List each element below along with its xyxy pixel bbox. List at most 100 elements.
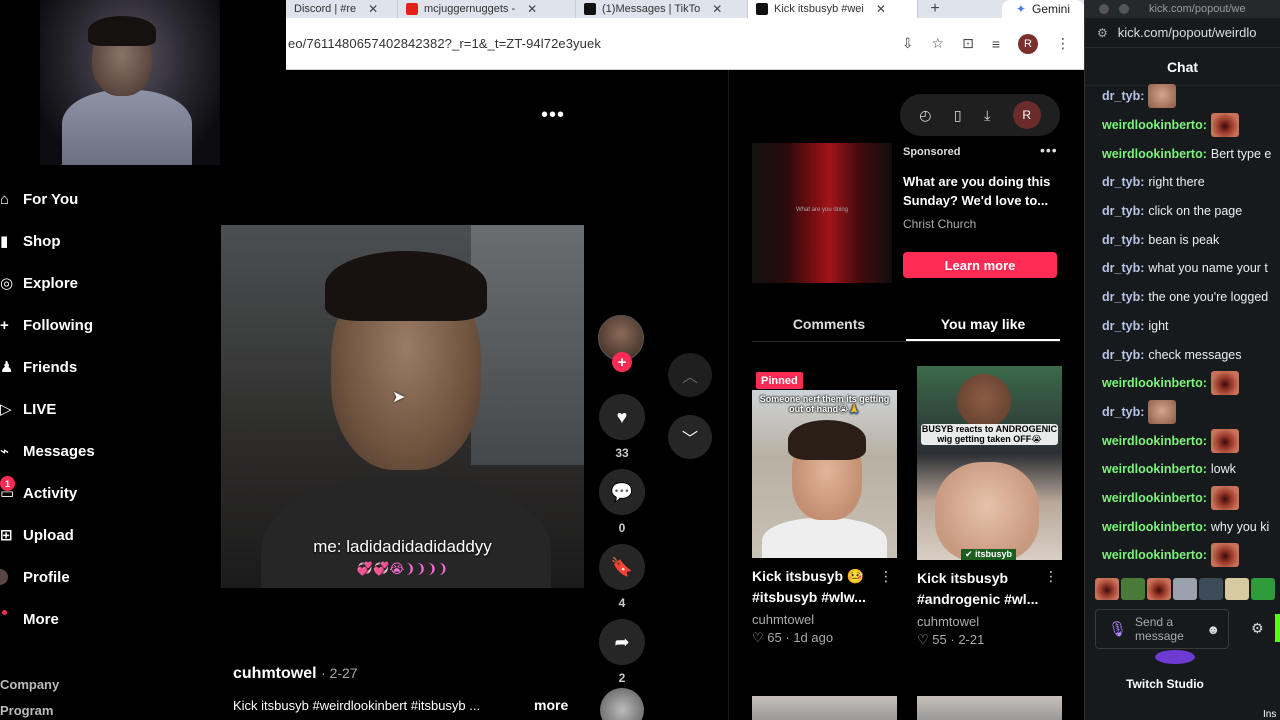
window-control-icon[interactable]	[1099, 4, 1109, 14]
chevron-down-icon[interactable]: ﹀	[668, 415, 712, 459]
nav-more[interactable]: More	[0, 598, 200, 640]
speed-icon[interactable]: ◴	[919, 107, 931, 124]
ad-more-icon[interactable]: •••	[1040, 142, 1058, 158]
chat-input[interactable]: 🎙 Send a message ☻	[1095, 609, 1229, 649]
chat-message[interactable]: dr_tyb: right there	[1085, 168, 1280, 197]
recommended-thumbnail[interactable]: BUSYB reacts to ANDROGENIC wig getting t…	[917, 366, 1062, 560]
card-more-icon[interactable]: ⋮	[879, 568, 893, 585]
microphone-icon[interactable]: 🎙	[1108, 620, 1127, 638]
nav-explore[interactable]: ◎ Explore	[0, 262, 200, 304]
learn-more-button[interactable]: Learn more	[903, 252, 1057, 278]
gear-icon[interactable]: ⚙	[1251, 620, 1264, 637]
follow-button[interactable]: +	[612, 352, 632, 372]
chat-message[interactable]: weirdlookinberto: lowk	[1085, 455, 1280, 484]
emote-icon[interactable]	[1147, 578, 1171, 600]
chat-username[interactable]: weirdlookinberto:	[1102, 376, 1207, 390]
nav-live[interactable]: ▷ LIVE	[0, 388, 200, 430]
send-button[interactable]	[1275, 614, 1280, 642]
emote-icon[interactable]	[1121, 578, 1145, 600]
nav-messages[interactable]: ⌁ Messages	[0, 430, 200, 472]
chat-username[interactable]: weirdlookinberto:	[1102, 462, 1207, 476]
nav-profile[interactable]: Profile	[0, 556, 200, 598]
chat-message[interactable]: dr_tyb: check messages	[1085, 340, 1280, 369]
recommended-thumbnail[interactable]: Someone nerf them its getting out of han…	[752, 390, 897, 558]
recommended-author[interactable]: cuhmtowel	[752, 612, 897, 627]
bookmark-icon[interactable]: 🔖	[599, 544, 645, 590]
heart-icon[interactable]: ♥	[599, 394, 645, 440]
kebab-menu-icon[interactable]: ⋮	[1056, 35, 1070, 52]
chat-message[interactable]: weirdlookinberto: Bert type e	[1085, 139, 1280, 168]
chat-username[interactable]: weirdlookinberto:	[1102, 434, 1207, 448]
close-tab-icon[interactable]: ✕	[876, 2, 886, 16]
download-icon[interactable]: ⤓	[984, 107, 990, 124]
tab-comments[interactable]: Comments	[752, 310, 906, 341]
video-author[interactable]: cuhmtowel · 2-27	[233, 665, 358, 683]
chat-message[interactable]: dr_tyb:	[1085, 82, 1280, 111]
description-more-link[interactable]: more	[534, 697, 568, 713]
recommended-thumbnail[interactable]	[917, 696, 1062, 720]
chat-message[interactable]: dr_tyb:	[1085, 398, 1280, 427]
chat-username[interactable]: dr_tyb:	[1102, 89, 1144, 103]
chat-message[interactable]: weirdlookinberto:	[1085, 369, 1280, 398]
kick-url[interactable]: kick.com/popout/weirdlo	[1118, 25, 1257, 40]
sound-disc-icon[interactable]	[600, 688, 644, 720]
chat-message[interactable]: weirdlookinberto:	[1085, 111, 1280, 140]
chat-message-list[interactable]: dr_tyb: weirdlookinberto: weirdlookinberto…	[1085, 82, 1280, 570]
chat-username[interactable]: dr_tyb:	[1102, 319, 1144, 333]
chat-username[interactable]: dr_tyb:	[1102, 233, 1144, 247]
share-icon[interactable]: ➦	[599, 619, 645, 665]
chat-message[interactable]: weirdlookinberto:	[1085, 541, 1280, 570]
browser-tab-youtube[interactable]: mcjuggernuggets - ✕	[398, 0, 576, 18]
chat-username[interactable]: weirdlookinberto:	[1102, 147, 1207, 161]
account-avatar[interactable]: R	[1012, 101, 1041, 129]
recommended-title[interactable]: Kick itsbusyb #androgenic #wl...	[917, 568, 1047, 610]
chat-username[interactable]: dr_tyb:	[1102, 261, 1144, 275]
chat-username[interactable]: weirdlookinberto:	[1102, 118, 1207, 132]
bookmark-star-icon[interactable]: ☆	[932, 35, 945, 52]
chat-message[interactable]: weirdlookinberto:	[1085, 484, 1280, 513]
chat-username[interactable]: weirdlookinberto:	[1102, 520, 1207, 534]
close-tab-icon[interactable]: ✕	[712, 2, 722, 16]
url-field[interactable]: eo/7611480657402842382?_r=1&_t=ZT-94l72e…	[288, 36, 902, 51]
chat-message[interactable]: dr_tyb: click on the page	[1085, 197, 1280, 226]
comment-icon[interactable]: 💬	[599, 469, 645, 515]
close-tab-icon[interactable]: ✕	[368, 2, 378, 16]
creator-avatar[interactable]: +	[598, 315, 644, 372]
card-more-icon[interactable]: ⋮	[1044, 568, 1058, 585]
chat-username[interactable]: dr_tyb:	[1102, 405, 1144, 419]
nav-following[interactable]: + Following	[0, 304, 200, 346]
emote-icon[interactable]	[1199, 578, 1223, 600]
install-app-icon[interactable]: ⇩	[902, 35, 914, 52]
browser-tab-messages[interactable]: (1)Messages | TikTo ✕	[576, 0, 748, 18]
ad-title[interactable]: What are you doing this Sunday? We'd lov…	[903, 172, 1063, 210]
recommended-author[interactable]: cuhmtowel	[917, 614, 1062, 629]
recommended-thumbnail[interactable]	[752, 696, 897, 720]
chat-message[interactable]: weirdlookinberto:	[1085, 426, 1280, 455]
media-controls-icon[interactable]: ≡	[992, 36, 1000, 52]
footer-company-link[interactable]: Company	[0, 672, 59, 698]
emote-icon[interactable]	[1225, 578, 1249, 600]
tab-you-may-like[interactable]: You may like	[906, 310, 1060, 341]
chat-username[interactable]: dr_tyb:	[1102, 204, 1144, 218]
emoji-icon[interactable]: ☻	[1206, 622, 1220, 637]
gemini-button[interactable]: ✦ Gemini	[1001, 0, 1084, 18]
nav-friends[interactable]: ♟ Friends	[0, 346, 200, 388]
new-tab-button[interactable]: +	[918, 0, 952, 18]
chat-message[interactable]: dr_tyb: ight	[1085, 312, 1280, 341]
nav-activity[interactable]: 1 ▭ Activity	[0, 472, 200, 514]
chat-username[interactable]: dr_tyb:	[1102, 175, 1144, 189]
chat-message[interactable]: dr_tyb: bean is peak	[1085, 225, 1280, 254]
window-control-icon[interactable]	[1119, 4, 1129, 14]
chat-message[interactable]: dr_tyb: the one you're logged	[1085, 283, 1280, 312]
recommended-video-card[interactable]: Someone nerf them its getting out of han…	[752, 366, 897, 646]
chat-message[interactable]: weirdlookinberto: why you ki	[1085, 512, 1280, 541]
nav-upload[interactable]: ⊞ Upload	[0, 514, 200, 556]
ad-thumbnail[interactable]: What are you doing	[752, 143, 892, 283]
footer-program-link[interactable]: Program	[0, 698, 59, 720]
browser-tab-active[interactable]: Kick itsbusyb #wei ✕	[748, 0, 918, 18]
close-tab-icon[interactable]: ✕	[527, 2, 537, 16]
lens-icon[interactable]: ⊡	[962, 35, 974, 52]
emote-icon[interactable]	[1173, 578, 1197, 600]
mini-player-icon[interactable]: ▯	[954, 107, 962, 124]
recommended-video-card[interactable]: BUSYB reacts to ANDROGENIC wig getting t…	[917, 366, 1062, 648]
